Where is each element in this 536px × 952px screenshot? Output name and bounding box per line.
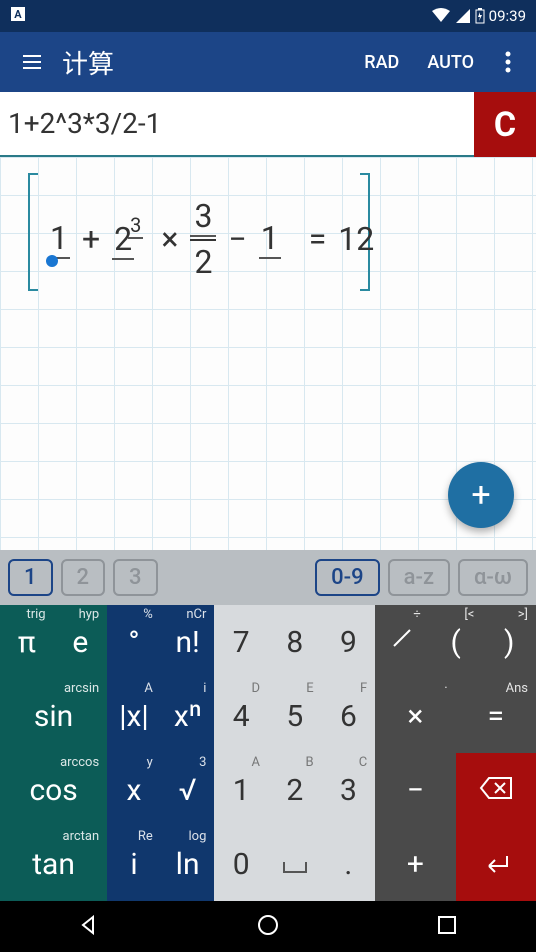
key-ln[interactable]: logln bbox=[161, 827, 215, 901]
more-vert-icon bbox=[505, 51, 511, 73]
key-)[interactable]: >]) bbox=[482, 605, 536, 679]
key-e[interactable]: hype bbox=[54, 605, 108, 679]
key-n![interactable]: nCrn! bbox=[161, 605, 215, 679]
backspace-icon bbox=[479, 776, 513, 800]
page-tabs: 1 2 3 0-9 a-z α-ω bbox=[0, 550, 536, 605]
rendered-formula: 1 + 2 3 × 3 2 − 1 = 12 bbox=[48, 197, 374, 281]
svg-text:A: A bbox=[14, 8, 22, 21]
tab-page-3[interactable]: 3 bbox=[113, 559, 158, 596]
auto-button[interactable]: AUTO bbox=[413, 52, 488, 73]
key-2[interactable]: B2 bbox=[268, 753, 322, 827]
key-4[interactable]: D4 bbox=[214, 679, 268, 753]
key-cos[interactable]: arccoscos bbox=[0, 753, 107, 827]
key-8[interactable]: 8 bbox=[268, 605, 322, 679]
preview-area[interactable]: 1 + 2 3 × 3 2 − 1 = 12 + bbox=[0, 157, 536, 550]
tab-page-2[interactable]: 2 bbox=[61, 559, 106, 596]
keyboard-indicator-icon: A bbox=[10, 6, 26, 22]
result: 12 bbox=[338, 220, 374, 258]
key-i[interactable]: Rei bbox=[107, 827, 161, 901]
key-.[interactable]: . bbox=[322, 827, 376, 901]
key-⁄[interactable]: ÷ bbox=[375, 605, 429, 679]
tab-az[interactable]: a-z bbox=[388, 559, 450, 596]
key-sin[interactable]: arcsinsin bbox=[0, 679, 107, 753]
back-icon bbox=[77, 913, 101, 937]
input-row: C bbox=[0, 92, 536, 157]
key-tan[interactable]: arctantan bbox=[0, 827, 107, 901]
signal-icon bbox=[455, 8, 471, 24]
rad-button[interactable]: RAD bbox=[350, 52, 413, 73]
recent-icon bbox=[435, 913, 459, 937]
tab-num[interactable]: 0-9 bbox=[315, 559, 379, 596]
battery-charging-icon bbox=[475, 8, 485, 24]
divide-icon bbox=[388, 624, 416, 652]
key-π[interactable]: trigπ bbox=[0, 605, 54, 679]
clear-button[interactable]: C bbox=[474, 92, 536, 157]
key-6[interactable]: F6 bbox=[322, 679, 376, 753]
app-bar: 计算 RAD AUTO bbox=[0, 32, 536, 92]
key-⌫[interactable] bbox=[456, 753, 536, 827]
key-=[interactable]: Ans= bbox=[456, 679, 536, 753]
key-0[interactable]: 0 bbox=[214, 827, 268, 901]
key-°[interactable]: %° bbox=[107, 605, 161, 679]
fab-add[interactable]: + bbox=[448, 462, 514, 528]
frac-den: 2 bbox=[190, 243, 216, 281]
hamburger-icon bbox=[20, 50, 44, 74]
key-([interactable]: [<( bbox=[429, 605, 483, 679]
key-9[interactable]: 9 bbox=[322, 605, 376, 679]
key-7[interactable]: 7 bbox=[214, 605, 268, 679]
menu-button[interactable] bbox=[8, 50, 56, 74]
op-eq: = bbox=[309, 220, 327, 258]
enter-icon bbox=[481, 854, 511, 874]
key-x[interactable]: yx bbox=[107, 753, 161, 827]
frac-num: 3 bbox=[190, 197, 216, 237]
key-×[interactable]: ·× bbox=[375, 679, 455, 753]
term-fraction: 3 2 bbox=[190, 197, 216, 281]
overflow-button[interactable] bbox=[488, 51, 528, 73]
bracket-left bbox=[28, 173, 38, 291]
key-√[interactable]: 3√ bbox=[161, 753, 215, 827]
status-time: 09:39 bbox=[489, 7, 526, 25]
key-3[interactable]: C3 bbox=[322, 753, 376, 827]
nav-back[interactable] bbox=[77, 913, 101, 941]
space-icon bbox=[282, 860, 308, 874]
cursor-handle[interactable] bbox=[46, 255, 58, 267]
tab-page-1[interactable]: 1 bbox=[8, 559, 53, 596]
nav-home[interactable] bbox=[256, 913, 280, 941]
op-minus: − bbox=[228, 220, 246, 258]
key-␣[interactable] bbox=[268, 827, 322, 901]
system-nav bbox=[0, 901, 536, 952]
key-1[interactable]: A1 bbox=[214, 753, 268, 827]
key-+[interactable]: + bbox=[375, 827, 455, 901]
home-icon bbox=[256, 913, 280, 937]
key-5[interactable]: E5 bbox=[268, 679, 322, 753]
term-5: 1 bbox=[259, 219, 281, 259]
op-times: × bbox=[161, 220, 178, 258]
tab-greek[interactable]: α-ω bbox=[458, 559, 528, 596]
plus-icon: + bbox=[471, 475, 490, 515]
op-plus: + bbox=[82, 220, 100, 258]
nav-recent[interactable] bbox=[435, 913, 459, 941]
status-bar: A 09:39 bbox=[0, 0, 536, 32]
expression-input[interactable] bbox=[0, 92, 474, 157]
key-xⁿ[interactable]: ixⁿ bbox=[161, 679, 215, 753]
key-|x|[interactable]: A|x| bbox=[107, 679, 161, 753]
key-−[interactable]: − bbox=[375, 753, 455, 827]
keypad: trigπhype%°nCrn!789÷[<(>]) arcsinsinA|x|i… bbox=[0, 605, 536, 901]
term-exp: 3 bbox=[128, 213, 143, 239]
term-1: 1 bbox=[48, 219, 70, 259]
key-↵[interactable] bbox=[456, 827, 536, 901]
wifi-icon bbox=[431, 8, 451, 24]
app-title: 计算 bbox=[56, 44, 350, 81]
